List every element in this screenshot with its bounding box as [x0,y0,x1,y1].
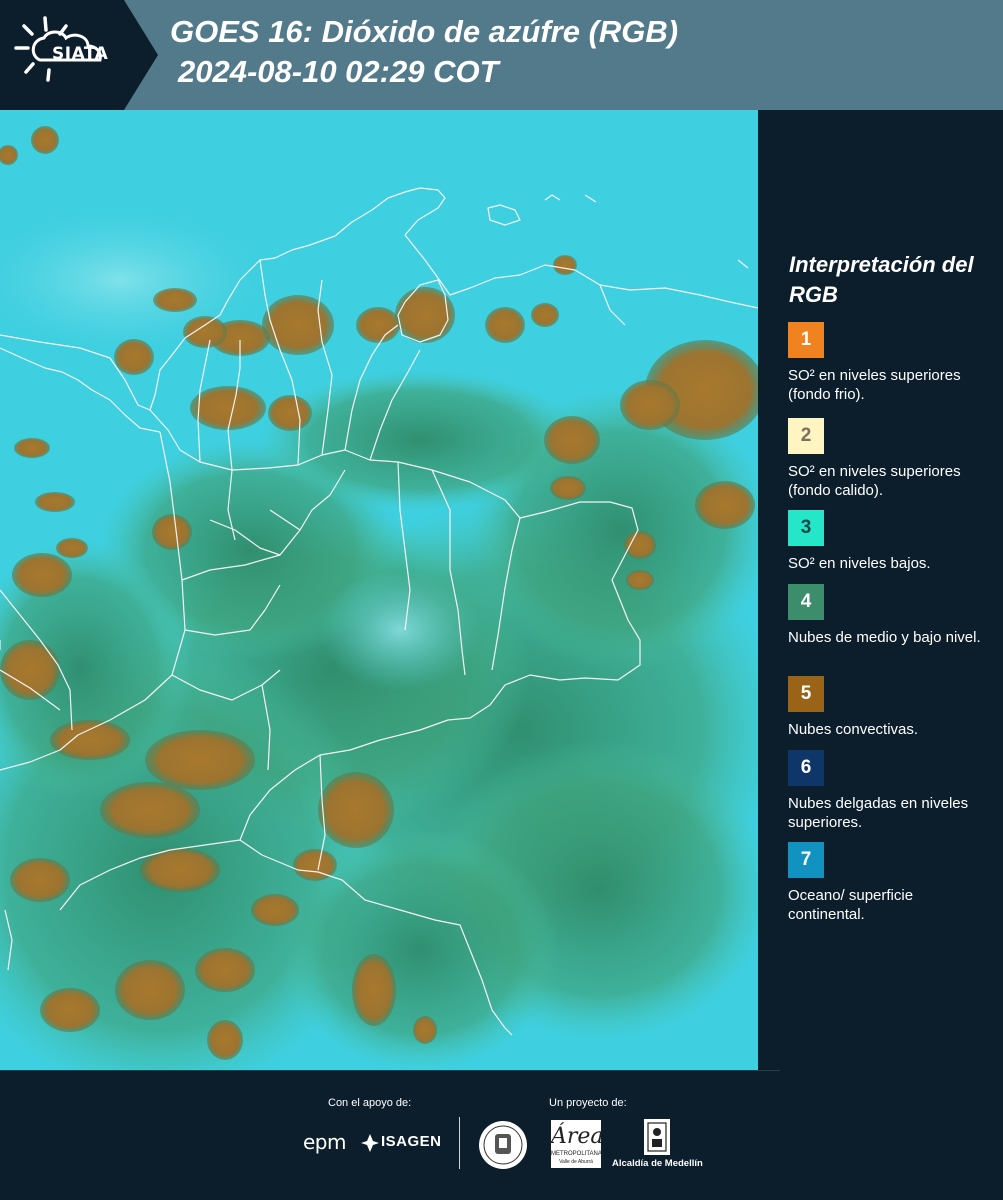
satellite-map [0,110,758,1070]
legend-item-5: 5 Nubes convectivas. [788,676,993,739]
header: SIATA GOES 16: Dióxido de azúfre (RGB) 2… [0,0,1003,110]
page-title: GOES 16: Dióxido de azúfre (RGB) [170,14,679,49]
support-label: Con el apoyo de: [328,1097,412,1109]
area-metropolitana-logo: Área METROPOLITANA Valle de Aburrá [551,1120,604,1168]
legend-label: SO² en niveles superiores (fondo frio). [788,367,961,403]
siata-logo: SIATA [0,0,158,110]
medellin-seal-icon [479,1121,527,1169]
legend-label: Nubes delgadas en niveles superiores. [788,795,969,831]
page-timestamp: 2024-08-10 02:29 COT [178,54,499,89]
footer: Con el apoyo de: Un proyecto de: epm ISA… [0,1070,1003,1200]
isagen-logo: ISAGEN [381,1133,442,1150]
footer-divider [0,1070,780,1071]
legend-label: Nubes de medio y bajo nivel. [788,629,981,646]
legend-swatch: 3 [788,510,824,546]
isagen-icon [361,1134,379,1152]
legend-label: SO² en niveles bajos. [788,555,931,572]
alcaldia-label: Alcaldía de Medellín [612,1158,703,1169]
siata-logo-text: SIATA [52,44,109,64]
legend-item-4: 4 Nubes de medio y bajo nivel. [788,584,993,647]
legend-item-6: 6 Nubes delgadas en niveles superiores. [788,750,993,832]
epm-logo: epm [303,1130,346,1154]
legend-item-7: 7 Oceano/ superficie continental. [788,842,993,924]
alcaldia-shield-icon [644,1119,670,1155]
legend-swatch: 1 [788,322,824,358]
legend-swatch: 5 [788,676,824,712]
legend-item-3: 3 SO² en niveles bajos. [788,510,993,573]
legend-item-1: 1 SO² en niveles superiores (fondo frio)… [788,322,993,404]
legend-swatch: 7 [788,842,824,878]
legend-swatch: 4 [788,584,824,620]
legend-swatch: 2 [788,418,824,454]
legend-label: Oceano/ superficie continental. [788,887,914,923]
legend-item-2: 2 SO² en niveles superiores (fondo calid… [788,418,993,500]
legend-label: SO² en niveles superiores (fondo calido)… [788,463,961,499]
project-label: Un proyecto de: [549,1097,627,1109]
legend-swatch: 6 [788,750,824,786]
legend-title: Interpretación del RGB [789,252,974,307]
legend-panel: Interpretación del RGB 1 SO² en niveles … [760,110,1003,1070]
legend-label: Nubes convectivas. [788,721,919,738]
footer-vertical-divider [459,1117,460,1169]
